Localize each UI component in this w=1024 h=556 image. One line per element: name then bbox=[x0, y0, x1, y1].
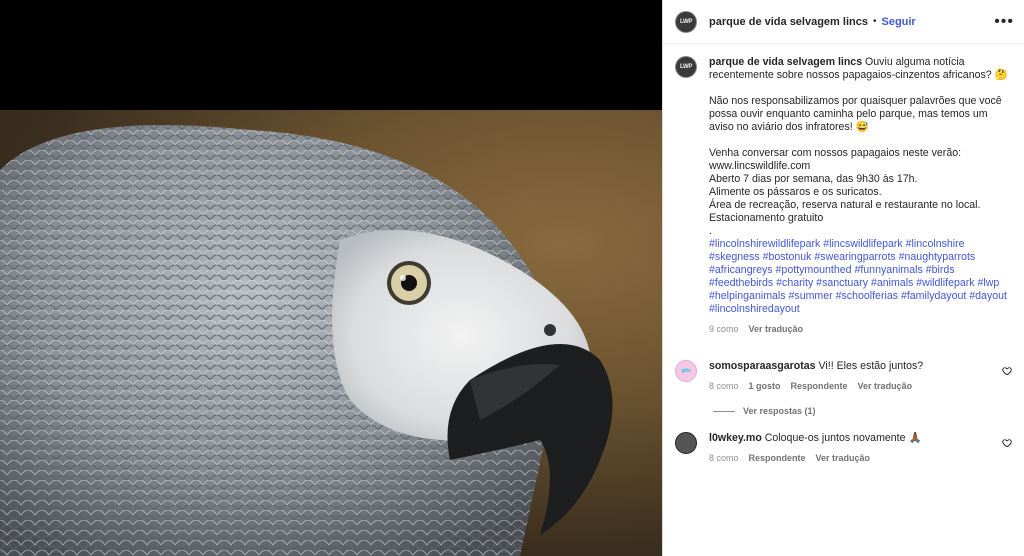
avatar-logo-text: LWP bbox=[679, 64, 693, 70]
comment-body: l0wkey.mo Coloque-os juntos novamente 🙏🏾… bbox=[709, 432, 999, 465]
caption-info-line: Alimente os pássaros e os suricatos. bbox=[709, 186, 882, 198]
caption-disclaimer: Não nos responsabilizamos por quaisquer … bbox=[709, 95, 1002, 133]
comment-text: Vi!! Eles estão juntos? bbox=[818, 360, 924, 372]
caption-intro: parque de vida selvagem lincs Ouviu algu… bbox=[709, 56, 1009, 82]
account-avatar[interactable]: LWP bbox=[675, 10, 697, 33]
view-replies-label[interactable]: Ver respostas (1) bbox=[743, 406, 816, 416]
follow-button[interactable]: Seguir bbox=[881, 16, 915, 28]
caption-hashtags[interactable]: #lincolnshirewildlifepark #lincswildlife… bbox=[709, 238, 1009, 316]
caption-meta: 9 como Ver tradução bbox=[709, 323, 1009, 336]
see-translation-link[interactable]: Ver tradução bbox=[858, 380, 913, 393]
see-translation-link[interactable]: Ver tradução bbox=[816, 452, 871, 465]
commenter-username[interactable]: somosparaasgarotas bbox=[709, 360, 816, 372]
like-heart-icon[interactable] bbox=[1002, 366, 1012, 376]
avatar-logo-text: LWP bbox=[679, 18, 693, 25]
caption-info-line: Estacionamento gratuito bbox=[709, 212, 824, 224]
caption: LWP parque de vida selvagem lincs Ouviu … bbox=[675, 56, 1012, 336]
reply-button[interactable]: Respondente bbox=[791, 380, 848, 393]
comment-meta: 8 como Respondente Ver tradução bbox=[709, 452, 999, 465]
caption-info-line: Venha conversar com nossos papagaios nes… bbox=[709, 147, 962, 159]
caption-info-line: Área de recreação, reserva natural e res… bbox=[709, 199, 981, 211]
header-separator: • bbox=[872, 16, 877, 27]
post-side-panel: LWP parque de vida selvagem lincs • Segu… bbox=[662, 0, 1024, 556]
caption-time[interactable]: 9 como bbox=[709, 323, 739, 336]
post-header: LWP parque de vida selvagem lincs • Segu… bbox=[663, 0, 1024, 44]
account-username[interactable]: parque de vida selvagem lincs bbox=[709, 16, 868, 28]
post-media bbox=[0, 0, 662, 556]
comment-time[interactable]: 8 como bbox=[709, 452, 739, 465]
comment-text-line: l0wkey.mo Coloque-os juntos novamente 🙏🏾 bbox=[709, 432, 999, 445]
parrot-illustration bbox=[0, 125, 613, 556]
caption-avatar[interactable]: LWP bbox=[675, 56, 697, 78]
commenter-avatar[interactable] bbox=[675, 432, 697, 454]
caption-username[interactable]: parque de vida selvagem lincs bbox=[709, 56, 862, 68]
avatar-logo-text: girls bbox=[681, 368, 691, 374]
reply-button[interactable]: Respondente bbox=[749, 452, 806, 465]
more-options-icon[interactable]: ••• bbox=[994, 13, 1014, 29]
parrot-photo[interactable] bbox=[0, 110, 662, 556]
commenter-username[interactable]: l0wkey.mo bbox=[709, 432, 762, 444]
comment-text-line: somosparaasgarotas Vi!! Eles estão junto… bbox=[709, 360, 999, 373]
comment-time[interactable]: 8 como bbox=[709, 380, 739, 393]
comment-meta: 8 como 1 gosto Respondente Ver tradução bbox=[709, 380, 999, 393]
comment-item: girls somosparaasgarotas Vi!! Eles estão… bbox=[675, 360, 1014, 393]
replies-divider bbox=[713, 410, 735, 412]
caption-website: www.lincswildlife.com bbox=[709, 160, 811, 172]
like-heart-icon[interactable] bbox=[1002, 438, 1012, 448]
commenter-avatar[interactable]: girls bbox=[675, 360, 697, 382]
caption-info-line: Aberto 7 dias por semana, das 9h30 às 17… bbox=[709, 173, 918, 185]
comment-item: l0wkey.mo Coloque-os juntos novamente 🙏🏾… bbox=[675, 432, 1014, 465]
comment-body: somosparaasgarotas Vi!! Eles estão junto… bbox=[709, 360, 999, 393]
see-translation-link[interactable]: Ver tradução bbox=[749, 323, 804, 336]
comments-section: LWP parque de vida selvagem lincs Ouviu … bbox=[663, 44, 1024, 556]
comment-likes[interactable]: 1 gosto bbox=[749, 380, 781, 393]
caption-text: parque de vida selvagem lincs Ouviu algu… bbox=[709, 56, 1009, 336]
view-replies-toggle[interactable]: Ver respostas (1) bbox=[713, 406, 816, 416]
caption-info-line: . bbox=[709, 225, 712, 237]
comment-text: Coloque-os juntos novamente 🙏🏾 bbox=[764, 432, 922, 444]
